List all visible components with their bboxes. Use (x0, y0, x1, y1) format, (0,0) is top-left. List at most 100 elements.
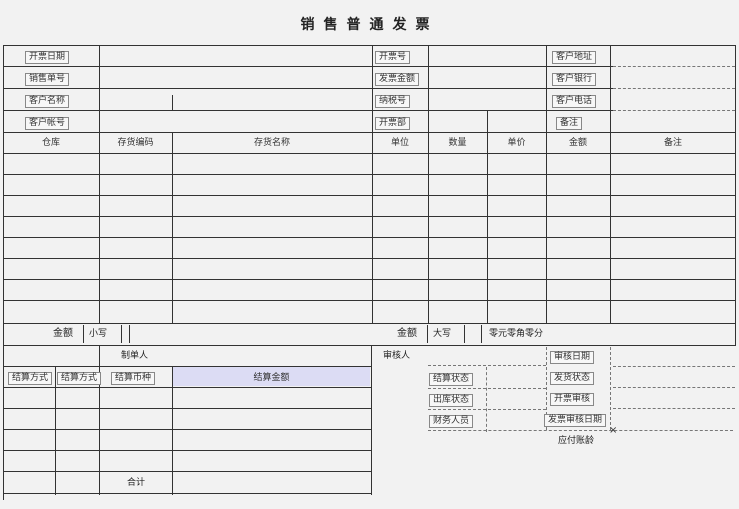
table-col-2 (172, 132, 173, 323)
label-customer-name: 客户名称 (25, 95, 70, 108)
footer-col-1 (99, 345, 100, 495)
header-dash-2 (613, 88, 735, 89)
invoice-code-field[interactable] (430, 47, 545, 65)
invoice-date-field[interactable] (101, 47, 371, 65)
col-header-warehouse: 仓库 (41, 138, 60, 148)
right-item-ship-status: 发货状态 (550, 372, 595, 385)
total-divider-2 (121, 325, 122, 343)
label-invoice-code: 开票号 (375, 51, 411, 64)
mid-dash-1 (428, 388, 546, 389)
footer-row-4 (3, 450, 371, 451)
total-label-2: 金额 (397, 328, 417, 339)
column-header-rule (3, 153, 736, 154)
col-header-remark: 备注 (663, 138, 682, 148)
customer-name-field[interactable] (101, 91, 171, 109)
row-rule-8 (3, 323, 736, 324)
header-rule-1 (3, 66, 613, 67)
label-tax-no: 纳税号 (375, 95, 411, 108)
right-dash-v2 (610, 347, 611, 430)
sales-no-field[interactable] (101, 69, 371, 87)
mid-item-finance-staff: 财务人员 (429, 415, 474, 428)
header-col-3 (428, 45, 429, 132)
footer-row-3 (3, 429, 371, 430)
row-rule-4 (3, 237, 736, 238)
row-rule-2 (3, 195, 736, 196)
label-customer-phone: 客户电话 (552, 95, 597, 108)
label-invoice-date: 开票日期 (25, 51, 70, 64)
invoice-form: 开票日期 销售单号 客户名称 客户帐号 开票号 发票金额 纳税号 开票部 客户地… (3, 45, 736, 500)
label-dept: 开票部 (375, 117, 411, 130)
col-header-item-name: 存货名称 (253, 138, 290, 148)
invoice-amount-field[interactable] (430, 69, 545, 87)
footer-col-3 (172, 366, 173, 495)
customer-name-divider (172, 95, 173, 110)
right-dash-2 (613, 387, 735, 388)
table-col-3 (372, 132, 373, 323)
header-rule-2 (3, 88, 613, 89)
total-label: 金额 (53, 328, 73, 339)
label-customer-address: 客户地址 (552, 51, 597, 64)
mid-dash-3 (428, 430, 733, 431)
table-col-4 (428, 132, 429, 323)
footer-col-2 (55, 366, 56, 495)
row-rule-1 (3, 174, 736, 175)
label-customer-bank: 客户银行 (552, 73, 597, 86)
table-col-7 (610, 132, 611, 323)
col-header-unit: 单位 (390, 138, 409, 148)
footer-col-currency: 结算币种 (111, 372, 156, 385)
mid-dash-v (486, 367, 487, 432)
tax-no-field[interactable] (430, 91, 545, 109)
right-item-payable-age: 应付账龄 (558, 436, 595, 446)
right-dash-1 (613, 366, 735, 367)
row-rule-6 (3, 279, 736, 280)
label-sales-no: 销售单号 (25, 73, 70, 86)
total-divider-5 (464, 325, 465, 343)
customer-account-field[interactable] (101, 113, 371, 131)
total-divider-4 (427, 325, 428, 343)
sum-label: 合计 (127, 478, 146, 488)
footer-row-5 (3, 471, 371, 472)
right-item-invoice-review-date: 发票审核日期 (544, 414, 607, 427)
right-dash-3 (613, 408, 735, 409)
footer-col-settle-amount: 结算金额 (253, 373, 290, 383)
label-remark: 备注 (556, 117, 583, 130)
col-header-item-code: 存货编码 (117, 138, 154, 148)
footer-row-1 (3, 387, 371, 388)
col-header-quantity: 数量 (448, 138, 467, 148)
total-lower-label: 小写 (89, 329, 108, 339)
header-col-1 (99, 45, 100, 132)
total-row-rule (3, 345, 736, 346)
header-col-5 (610, 45, 611, 132)
right-item-review-date: 审核日期 (550, 351, 595, 364)
label-customer-account: 客户帐号 (25, 117, 70, 130)
table-col-1 (99, 132, 100, 323)
mid-item-outbound-status: 出库状态 (429, 394, 474, 407)
footer-col-settle-method: 结算方式 (8, 372, 53, 385)
row-rule-5 (3, 258, 736, 259)
footer-row-6 (3, 493, 371, 494)
header-col-4 (546, 45, 547, 132)
label-invoice-amount: 发票金额 (375, 73, 420, 86)
header-dash-1 (613, 66, 735, 67)
col-header-price: 单价 (507, 138, 526, 148)
form-border-top (3, 45, 736, 46)
close-mark-icon: × (609, 425, 618, 436)
maker-label: 制单人 (121, 351, 149, 361)
row-rule-3 (3, 216, 736, 217)
mid-item-settle-status: 结算状态 (429, 373, 474, 386)
header-dash-3 (613, 110, 735, 111)
total-divider-1 (83, 325, 84, 343)
table-col-6 (546, 132, 547, 323)
form-title: 销售普通发票 (300, 17, 439, 33)
header-rule-3 (3, 110, 613, 111)
total-divider-3 (129, 325, 130, 343)
reviewer-label: 审核人 (383, 351, 411, 361)
col-header-amount: 金额 (568, 138, 587, 148)
footer-row-2 (3, 408, 371, 409)
right-item-invoice-review: 开票审核 (550, 393, 595, 406)
header-rule-4 (3, 132, 736, 133)
total-upper-value: 零元零角零分 (489, 329, 544, 339)
reviewer-dash (428, 365, 546, 366)
row-rule-7 (3, 300, 736, 301)
footer-col-right (371, 345, 372, 495)
